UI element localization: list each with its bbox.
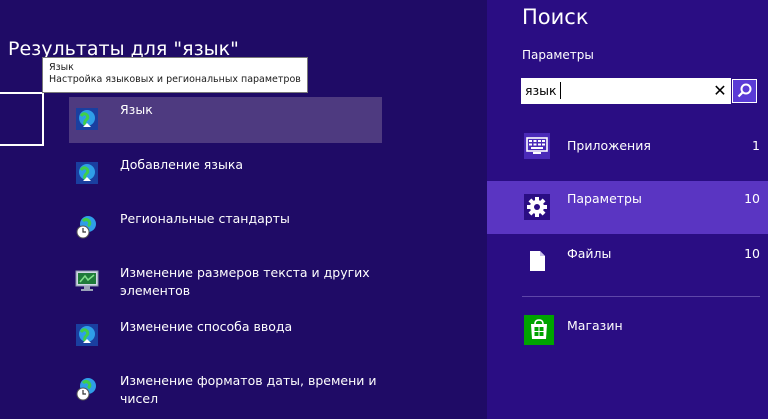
clear-search-button[interactable]: ✕: [709, 78, 731, 104]
region-globe-clock-icon: [76, 378, 96, 401]
scope-settings[interactable]: Параметры 10: [487, 181, 768, 234]
text-caret: [560, 82, 561, 99]
result-label: Региональные стандарты: [120, 211, 290, 226]
result-label: Изменение способа ввода: [120, 319, 293, 334]
scope-divider: [522, 296, 760, 297]
result-label: Изменение форматов даты, времени и чисел: [120, 373, 377, 406]
gear-icon: [524, 194, 550, 220]
search-icon: [737, 83, 752, 98]
result-item-language[interactable]: Язык: [69, 97, 382, 143]
search-charm-pane: Поиск Параметры язык ✕ Приложения 1 Пара…: [487, 0, 768, 419]
scope-store[interactable]: Магазин: [487, 305, 768, 355]
close-icon: ✕: [713, 81, 727, 100]
scope-count: 10: [744, 191, 760, 206]
results-pane: Результаты для "язык" Язык Добавление яз…: [0, 0, 487, 419]
scope-files[interactable]: Файлы 10: [487, 236, 768, 286]
result-item-date-time-formats[interactable]: Изменение форматов даты, времени и чисел: [69, 367, 382, 413]
search-heading: Поиск: [522, 5, 589, 29]
scope-count: 1: [752, 138, 760, 153]
tooltip-description: Настройка языковых и региональных параме…: [49, 74, 301, 85]
scope-apps[interactable]: Приложения 1: [487, 121, 768, 171]
scope-name: Параметры: [567, 191, 642, 206]
search-go-button[interactable]: [732, 79, 757, 103]
display-monitor-icon: [75, 270, 99, 291]
file-icon: [524, 248, 550, 274]
result-label: Язык: [120, 102, 153, 117]
scope-count: 10: [744, 246, 760, 261]
region-globe-clock-icon: [76, 216, 96, 239]
result-label: Добавление языка: [120, 157, 244, 172]
result-label: Изменение размеров текста и других элеме…: [120, 265, 370, 298]
search-query[interactable]: язык: [525, 83, 557, 98]
search-input[interactable]: язык: [521, 78, 728, 104]
search-scope-label: Параметры: [522, 48, 594, 62]
tooltip-title: Язык: [49, 62, 74, 73]
result-item-regional-standards[interactable]: Региональные стандарты: [69, 205, 382, 251]
result-item-input-method[interactable]: Изменение способа ввода: [69, 313, 382, 359]
store-icon: [524, 315, 554, 345]
scope-name: Магазин: [567, 318, 623, 333]
language-globe-icon: [76, 108, 98, 130]
scope-name: Приложения: [567, 138, 651, 153]
apps-keyboard-icon: [524, 133, 550, 159]
language-globe-icon: [76, 162, 98, 184]
result-item-add-language[interactable]: Добавление языка: [69, 151, 382, 197]
language-globe-icon: [76, 324, 98, 346]
scope-name: Файлы: [567, 246, 612, 261]
tooltip: Язык Настройка языковых и региональных п…: [42, 57, 308, 93]
previous-tile-frame[interactable]: [0, 92, 44, 146]
result-item-text-size[interactable]: Изменение размеров текста и других элеме…: [69, 259, 382, 305]
